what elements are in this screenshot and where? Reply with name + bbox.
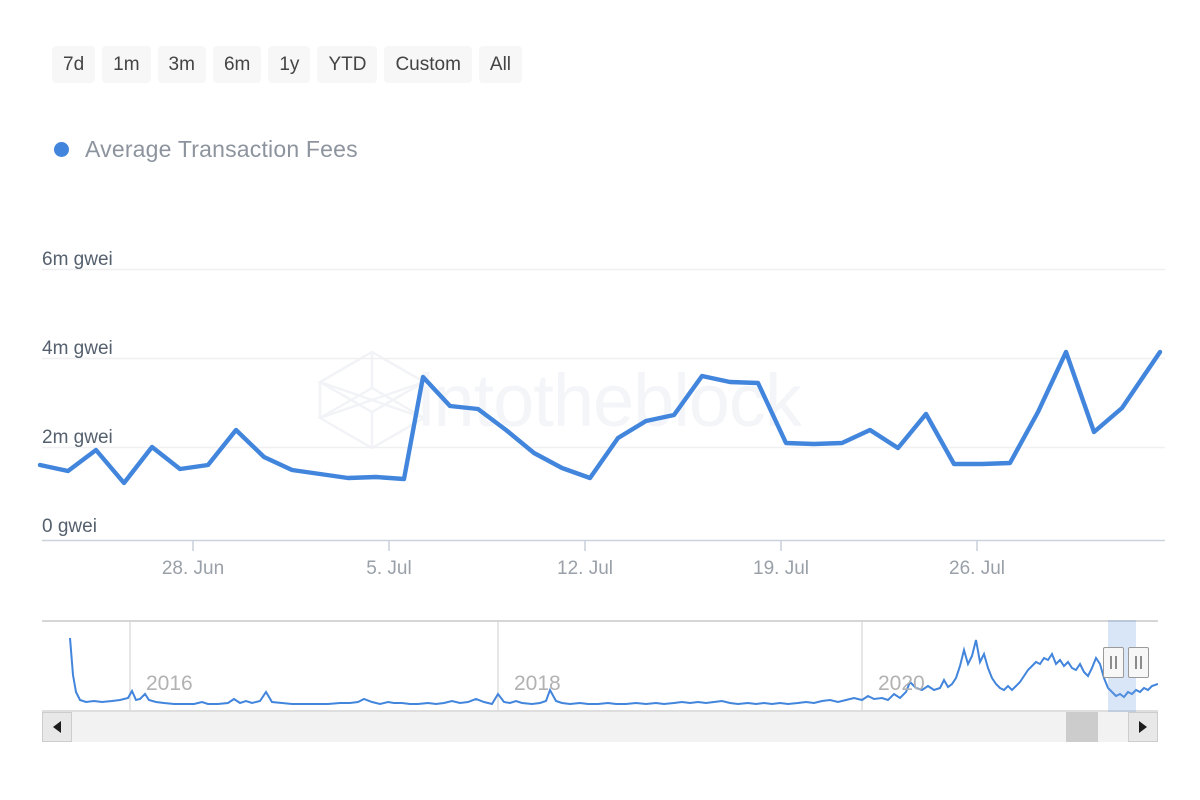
x-axis-label-12-jul: 12. Jul xyxy=(557,558,613,580)
scroll-left-button[interactable] xyxy=(42,712,72,742)
range-selector: 7d 1m 3m 6m 1y YTD Custom All xyxy=(52,46,522,83)
scrollbar-thumb[interactable] xyxy=(1066,712,1098,742)
navigator-year-2016: 2016 xyxy=(146,672,193,696)
scroll-right-button[interactable] xyxy=(1128,712,1158,742)
navigator-year-2018: 2018 xyxy=(514,672,561,696)
left-arrow-icon xyxy=(53,721,61,733)
series-line-average-transaction-fees xyxy=(40,352,1160,483)
x-axis-label-28-jun: 28. Jun xyxy=(162,558,224,580)
navigator-scrollbar[interactable] xyxy=(42,712,1158,742)
range-button-3m[interactable]: 3m xyxy=(158,46,206,83)
range-button-all[interactable]: All xyxy=(479,46,522,83)
watermark-cube-icon xyxy=(300,330,920,470)
range-button-6m[interactable]: 6m xyxy=(213,46,261,83)
navigator-handle-left[interactable] xyxy=(1103,647,1124,678)
grip-line-icon xyxy=(1135,656,1137,669)
x-axis-label-5-jul: 5. Jul xyxy=(366,558,411,580)
range-button-1m[interactable]: 1m xyxy=(102,46,150,83)
navigator-year-2020: 2020 xyxy=(878,672,925,696)
right-arrow-icon xyxy=(1139,721,1147,733)
gridlines xyxy=(42,270,1165,448)
watermark: intotheblock xyxy=(300,330,920,470)
x-axis-label-19-jul: 19. Jul xyxy=(753,558,809,580)
average-transaction-fees-chart: 7d 1m 3m 6m 1y YTD Custom All Average Tr… xyxy=(0,0,1200,800)
y-axis-label-4m: 4m gwei xyxy=(42,338,113,360)
navigator-series-line xyxy=(70,638,1158,704)
legend-label: Average Transaction Fees xyxy=(85,136,358,163)
x-axis-label-26-jul: 26. Jul xyxy=(949,558,1005,580)
x-axis-ticks xyxy=(193,540,977,551)
navigator-handle-right[interactable] xyxy=(1128,647,1149,678)
grip-line-icon xyxy=(1110,656,1112,669)
range-button-7d[interactable]: 7d xyxy=(52,46,95,83)
grip-line-icon xyxy=(1115,656,1117,669)
legend-dot-icon xyxy=(54,142,69,157)
grip-line-icon xyxy=(1140,656,1142,669)
y-axis-label-2m: 2m gwei xyxy=(42,427,113,449)
legend-item-average-transaction-fees[interactable]: Average Transaction Fees xyxy=(54,136,358,163)
navigator-svg xyxy=(42,620,1158,712)
range-button-1y[interactable]: 1y xyxy=(268,46,310,83)
range-button-ytd[interactable]: YTD xyxy=(317,46,377,83)
navigator[interactable]: 2016 2018 2020 xyxy=(42,620,1158,712)
watermark-text: intotheblock xyxy=(418,358,801,443)
y-axis-label-0: 0 gwei xyxy=(42,516,97,538)
y-axis-label-6m: 6m gwei xyxy=(42,249,113,271)
range-button-custom[interactable]: Custom xyxy=(384,46,471,83)
